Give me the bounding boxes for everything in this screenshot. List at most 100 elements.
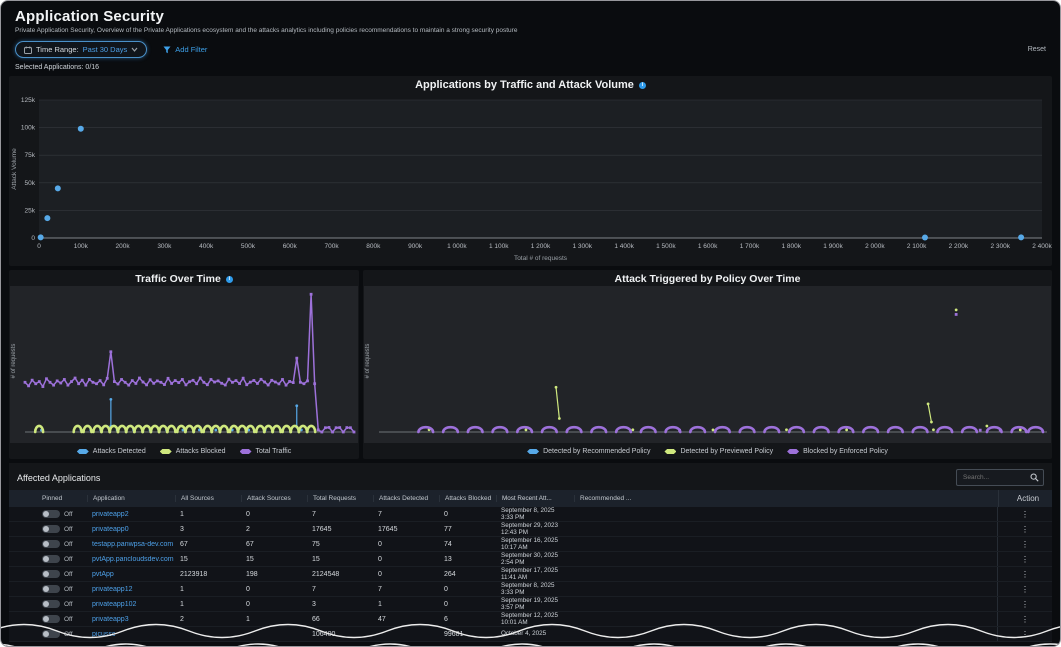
application-link[interactable]: pvtApp — [92, 571, 114, 578]
svg-text:2 300k: 2 300k — [990, 243, 1010, 250]
application-link[interactable]: privateapp12 — [92, 586, 132, 593]
toggle-state-label: Off — [64, 541, 73, 548]
column-header-action[interactable]: Action — [998, 490, 1052, 507]
svg-text:1 700k: 1 700k — [740, 243, 760, 250]
row-actions-button[interactable]: ⋮ — [997, 582, 1052, 596]
pin-toggle[interactable] — [42, 585, 60, 593]
column-header-most-recent-att[interactable]: Most Recent Att... — [496, 495, 574, 502]
legend-item[interactable]: Total Traffic — [240, 448, 292, 455]
charts-row: Traffic Over Time i # of requests Attack… — [9, 270, 1052, 459]
column-header-recommended[interactable]: Recommended ... — [574, 495, 664, 502]
search-input[interactable] — [961, 473, 1027, 482]
application-link[interactable]: pvtApp.pancloudsdev.com — [92, 556, 174, 563]
legend-marker — [240, 449, 252, 454]
pinned-cell: Off — [37, 555, 87, 563]
page-header: Application Security Private Application… — [1, 1, 1060, 34]
svg-text:500k: 500k — [241, 243, 256, 250]
row-actions-button[interactable]: ⋮ — [997, 522, 1052, 536]
svg-text:200k: 200k — [116, 243, 131, 250]
pin-toggle[interactable] — [42, 570, 60, 578]
most-recent-attack-cell: September 29, 202312:43 PM — [496, 522, 574, 536]
row-actions-button[interactable]: ⋮ — [997, 627, 1052, 641]
svg-text:100k: 100k — [21, 125, 36, 132]
legend-item[interactable]: Detected by Recommended Policy — [527, 448, 650, 455]
application-cell: pvtApp — [87, 571, 175, 578]
add-filter-button[interactable]: Add Filter — [163, 45, 207, 54]
application-link[interactable]: privateapp0 — [92, 526, 129, 533]
column-header-attacks-detected[interactable]: Attacks Detected — [373, 495, 439, 502]
application-link[interactable]: picussc — [92, 631, 115, 638]
svg-text:125k: 125k — [21, 97, 36, 104]
application-link[interactable]: privateapp2 — [92, 511, 129, 518]
pin-toggle[interactable] — [42, 510, 60, 518]
legend-item[interactable]: Attacks Blocked — [160, 448, 226, 455]
column-header-application[interactable]: Application — [87, 495, 175, 502]
svg-text:50k: 50k — [25, 180, 36, 187]
legend-item[interactable]: Detected by Previewed Policy — [664, 448, 773, 455]
row-actions-button[interactable]: ⋮ — [997, 507, 1052, 521]
legend-item[interactable]: Blocked by Enforced Policy — [787, 448, 888, 455]
application-link[interactable]: privateapp102 — [92, 601, 136, 608]
total-requests-cell: 7 — [307, 511, 373, 518]
policy-chart[interactable]: # of requests — [363, 286, 1052, 444]
scatter-panel: Applications by Traffic and Attack Volum… — [9, 76, 1052, 266]
column-header-pinned[interactable]: Pinned — [37, 495, 87, 502]
application-link[interactable]: testapp.panwpsa-dev.com — [92, 541, 173, 548]
legend-marker — [527, 449, 539, 454]
table-body: Offprivateapp210770September 8, 20253:33… — [9, 507, 1052, 642]
svg-text:Attack Volume: Attack Volume — [11, 148, 18, 190]
toggle-state-label: Off — [64, 571, 73, 578]
row-actions-button[interactable]: ⋮ — [997, 612, 1052, 626]
search-icon[interactable] — [1030, 473, 1039, 482]
column-header-attacks-blocked[interactable]: Attacks Blocked — [439, 495, 496, 502]
time-range-dropdown[interactable]: Time Range: Past 30 Days — [15, 41, 147, 58]
legend-label: Attacks Blocked — [176, 448, 226, 455]
legend-item[interactable]: Attacks Detected — [77, 448, 146, 455]
pinned-cell: Off — [37, 600, 87, 608]
legend-marker — [787, 449, 799, 454]
reset-button[interactable]: Reset — [1028, 46, 1046, 53]
pin-toggle[interactable] — [42, 600, 60, 608]
row-actions-button[interactable]: ⋮ — [997, 552, 1052, 566]
attack-sources-cell: 198 — [241, 571, 307, 578]
svg-text:2 200k: 2 200k — [949, 243, 969, 250]
table-row: Offprivateapp32166476September 12, 20251… — [9, 612, 1052, 627]
toggle-knob — [43, 526, 49, 532]
pinned-cell: Off — [37, 525, 87, 533]
attacks-blocked-cell: 13 — [439, 556, 496, 563]
pin-toggle[interactable] — [42, 555, 60, 563]
info-icon[interactable]: i — [226, 276, 233, 283]
application-link[interactable]: privateapp3 — [92, 616, 129, 623]
scatter-title: Applications by Traffic and Attack Volum… — [415, 79, 634, 92]
scatter-chart[interactable]: 125k100k75k50k25k00100k200k300k400k500k6… — [9, 92, 1052, 266]
most-recent-attack-cell: September 16, 202510:17 AM — [496, 537, 574, 551]
table-header-row: PinnedApplicationAll SourcesAttack Sourc… — [9, 490, 1052, 507]
add-filter-label: Add Filter — [175, 45, 207, 54]
pin-toggle[interactable] — [42, 540, 60, 548]
legend-label: Detected by Previewed Policy — [680, 448, 773, 455]
most-recent-attack-cell: October 4, 2025 — [496, 630, 574, 637]
total-requests-cell: 2124548 — [307, 571, 373, 578]
all-sources-cell: 3 — [175, 526, 241, 533]
info-icon[interactable]: i — [639, 82, 646, 89]
toggle-knob — [43, 511, 49, 517]
all-sources-cell: 1 — [175, 511, 241, 518]
column-header-total-requests[interactable]: Total Requests — [307, 495, 373, 502]
row-actions-button[interactable]: ⋮ — [997, 597, 1052, 611]
table-row: Offprivateapp1210770September 8, 20253:3… — [9, 582, 1052, 597]
pin-toggle[interactable] — [42, 630, 60, 638]
application-cell: privateapp2 — [87, 511, 175, 518]
column-header-attack-sources[interactable]: Attack Sources — [241, 495, 307, 502]
pin-toggle[interactable] — [42, 525, 60, 533]
policy-legend: Detected by Recommended Policy Detected b… — [363, 444, 1052, 459]
row-actions-button[interactable]: ⋮ — [997, 537, 1052, 551]
toggle-state-label: Off — [64, 586, 73, 593]
column-header-all-sources[interactable]: All Sources — [175, 495, 241, 502]
table-row: OffpvtApp.pancloudsdev.com151515013Septe… — [9, 552, 1052, 567]
row-actions-button[interactable]: ⋮ — [997, 567, 1052, 581]
table-title: Affected Applications — [17, 473, 100, 483]
traffic-chart[interactable]: # of requests — [9, 286, 359, 444]
pin-toggle[interactable] — [42, 615, 60, 623]
time-range-label: Time Range: — [36, 45, 79, 54]
attacks-detected-cell: 17645 — [373, 526, 439, 533]
